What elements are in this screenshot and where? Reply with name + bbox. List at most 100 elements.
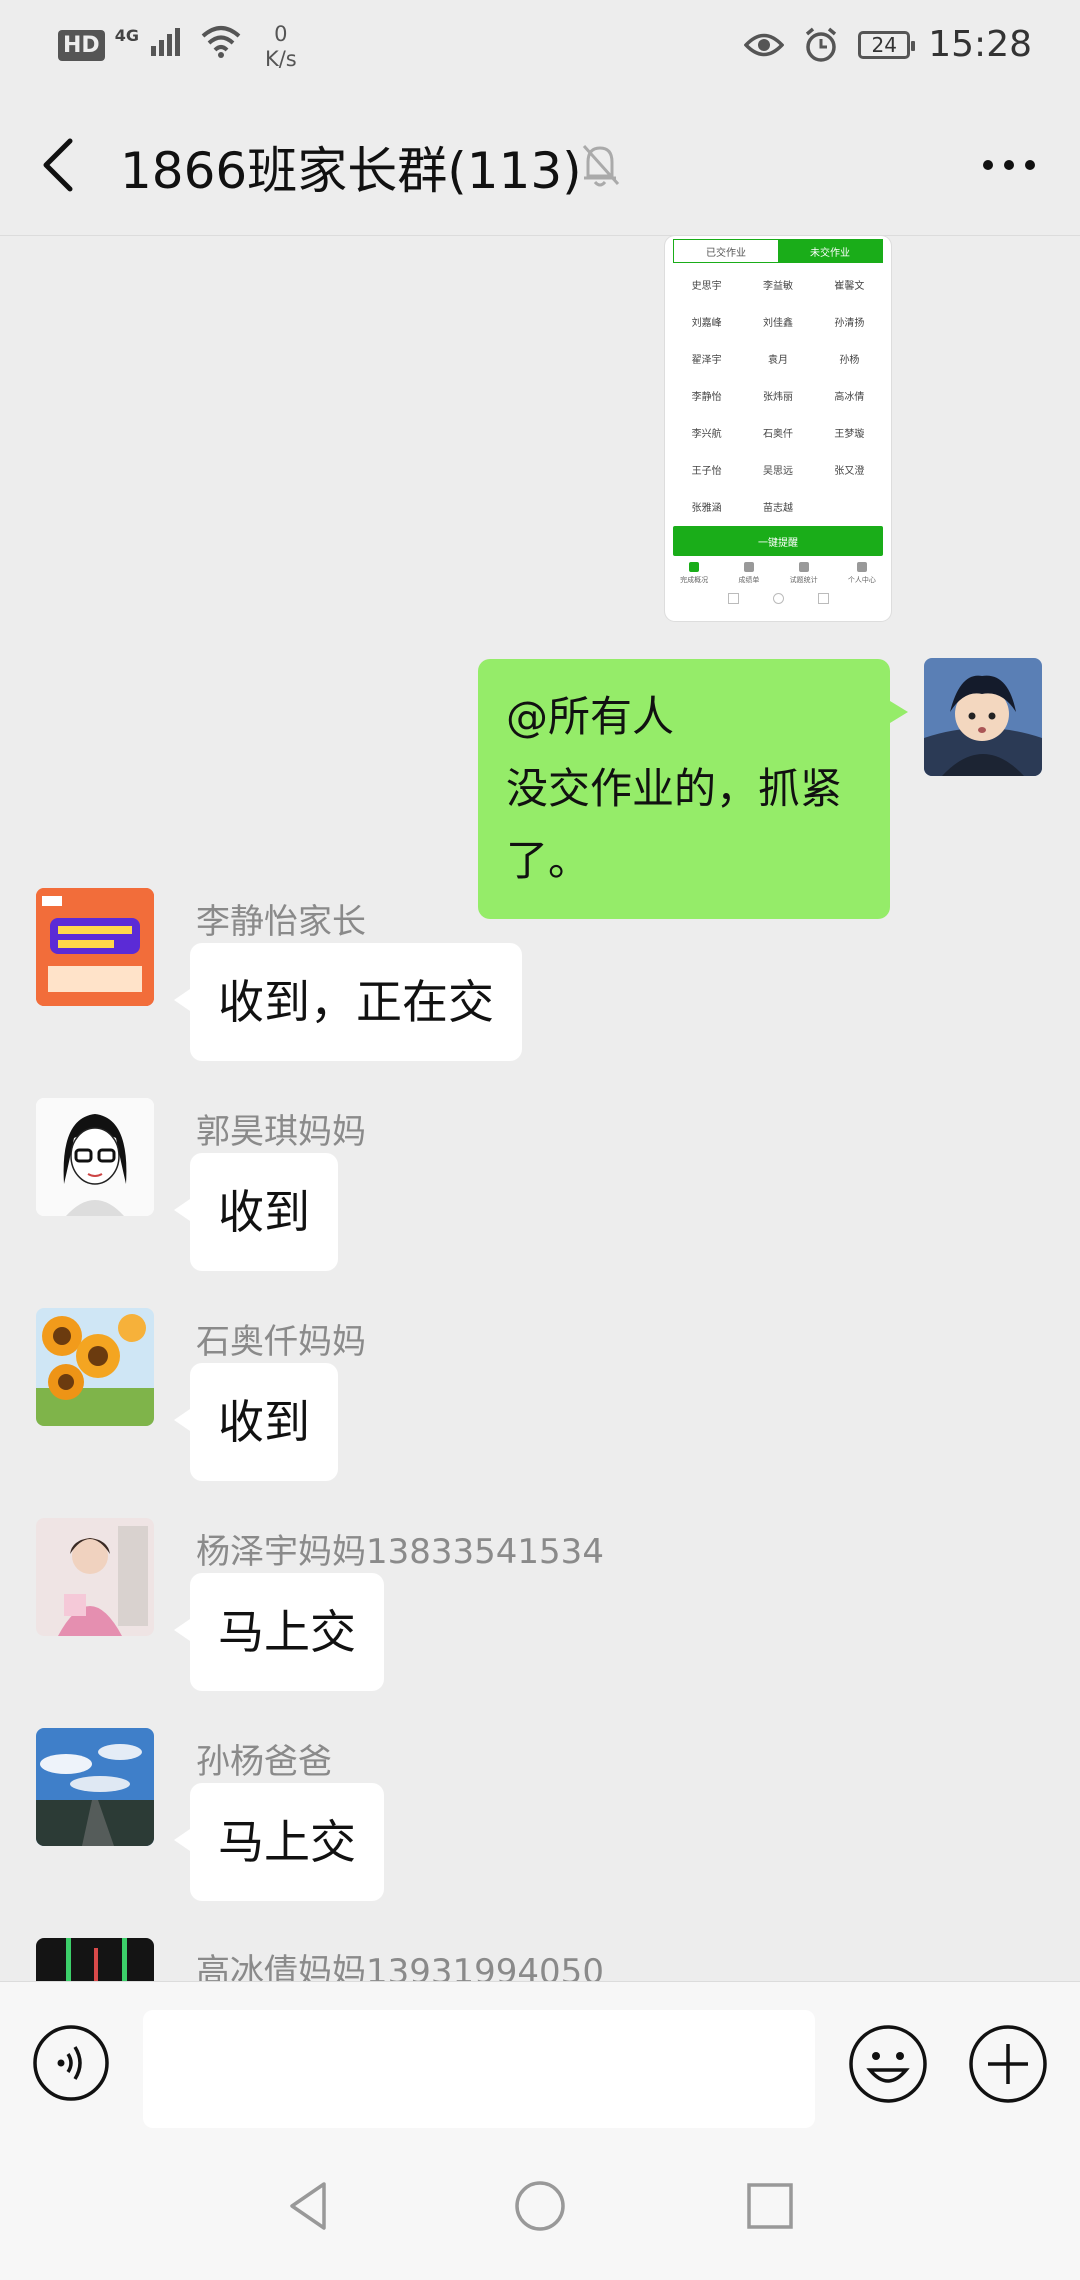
eye-icon <box>744 33 785 56</box>
message-bubble[interactable]: 收到 <box>174 1153 338 1271</box>
message-bubble[interactable]: 马上交 <box>174 1783 384 1901</box>
student-name: 刘嘉峰 <box>691 318 722 329</box>
nav-stats: 试题统计 <box>790 562 818 585</box>
home-circle-icon <box>772 593 784 604</box>
check-icon <box>689 562 700 572</box>
sender-avatar[interactable] <box>36 1938 154 1981</box>
mention-all: @所有人 <box>506 692 675 741</box>
nav-profile: 个人中心 <box>848 562 876 585</box>
plus-icon <box>969 2025 1047 2103</box>
message-item: 高冰倩妈妈13931994050 <box>0 1938 1080 1981</box>
nav-label: 成绩单 <box>738 576 760 584</box>
more-functions-button[interactable] <box>968 2024 1048 2104</box>
back-triangle-icon <box>290 2182 326 2230</box>
system-back-button[interactable] <box>280 2176 340 2236</box>
system-navigation-bar <box>0 2136 1080 2280</box>
message-input[interactable] <box>143 2010 815 2128</box>
sender-name: 孙杨爸爸 <box>196 1742 332 1782</box>
more-icon <box>983 160 1035 170</box>
screenshot-tabs: 已交作业 未交作业 <box>673 239 883 263</box>
screenshot-system-nav <box>665 593 891 604</box>
sender-name: 杨泽宇妈妈13833541534 <box>196 1532 604 1572</box>
nav-label: 个人中心 <box>847 576 876 584</box>
message-bubble[interactable]: 马上交 <box>174 1573 384 1691</box>
status-bar: HD 4G 0 K/s 24 15:28 <box>0 0 1080 95</box>
home-circle-icon <box>515 2181 565 2231</box>
bar-chart-icon <box>798 562 809 572</box>
student-name: 高冰倩 <box>834 392 865 403</box>
student-name: 李益敏 <box>762 281 793 292</box>
student-name: 张雅涵 <box>691 503 722 514</box>
person-icon <box>856 562 867 572</box>
sender-avatar[interactable] <box>36 888 154 1006</box>
tab-submitted: 已交作业 <box>706 247 746 259</box>
network-type: 4G <box>114 26 139 45</box>
message-list[interactable]: 已交作业 未交作业 史思宇 李益敏 崔馨文 刘嘉峰 刘佳鑫 孙清扬 翟泽宇 袁月… <box>0 236 1080 1981</box>
voice-button[interactable] <box>32 2024 110 2102</box>
recents-square-icon <box>747 2183 793 2229</box>
sender-name: 郭昊琪妈妈 <box>196 1112 366 1152</box>
chat-header: 1866班家长群(113) <box>0 95 1080 236</box>
nav-label: 试题统计 <box>789 576 818 584</box>
back-triangle-icon <box>727 593 739 604</box>
student-name: 崔馨文 <box>834 281 865 292</box>
student-name: 袁月 <box>767 355 788 366</box>
my-message-text: 没交作业的，抓紧了。 <box>506 764 843 885</box>
student-name: 史思宇 <box>691 281 722 292</box>
remind-all-button: 一键提醒 <box>673 526 883 556</box>
signal-icon <box>150 28 180 56</box>
system-recents-button[interactable] <box>740 2176 800 2236</box>
student-name: 王梦璇 <box>834 429 865 440</box>
speed-unit: K/s <box>264 47 297 71</box>
message-item: 杨泽宇妈妈13833541534 马上交 <box>0 1518 1080 1708</box>
mute-bell-icon <box>582 144 620 187</box>
voice-icon <box>33 2025 109 2101</box>
student-name: 李静怡 <box>691 392 722 403</box>
student-name: 李兴航 <box>691 429 722 440</box>
sunflower-avatar-image <box>36 1308 154 1426</box>
homework-screenshot[interactable]: 已交作业 未交作业 史思宇 李益敏 崔馨文 刘嘉峰 刘佳鑫 孙清扬 翟泽宇 袁月… <box>665 236 891 621</box>
student-name: 孙清扬 <box>834 318 865 329</box>
message-item: 李静怡家长 收到，正在交 <box>0 888 1080 1078</box>
student-name: 石奥仟 <box>762 429 793 440</box>
message-item: 石奥仟妈妈 收到 <box>0 1308 1080 1498</box>
chat-title: 1866班家长群(113) <box>120 142 582 200</box>
wifi-icon <box>201 26 241 58</box>
student-name: 翟泽宇 <box>691 355 722 366</box>
my-message-bubble[interactable]: @所有人 没交作业的，抓紧了。 <box>478 659 908 919</box>
message-bubble[interactable]: 收到 <box>174 1363 338 1481</box>
nav-report: 成绩单 <box>738 562 759 585</box>
speed-value: 0 <box>274 22 288 46</box>
photo-avatar-image <box>36 1518 154 1636</box>
student-name: 吴思远 <box>762 466 793 477</box>
battery-indicator: 24 <box>858 30 916 59</box>
sender-avatar[interactable] <box>36 1728 154 1846</box>
more-button[interactable] <box>974 135 1044 195</box>
sender-avatar[interactable] <box>36 1098 154 1216</box>
student-name: 张又澄 <box>834 466 865 477</box>
network-speed: 0 K/s <box>265 22 297 72</box>
clock: 15:28 <box>928 24 1032 65</box>
nav-label: 完成概况 <box>680 576 709 584</box>
screenshot-bottom-nav: 完成概况 成绩单 试题统计 个人中心 <box>665 562 891 585</box>
message-bubble[interactable]: 收到，正在交 <box>174 943 522 1061</box>
back-arrow-icon <box>43 138 73 192</box>
emoji-button[interactable] <box>848 2024 928 2104</box>
message-item: 孙杨爸爸 马上交 <box>0 1728 1080 1918</box>
cartoon-girl-avatar-image <box>36 1098 154 1216</box>
sender-avatar[interactable] <box>36 1518 154 1636</box>
student-name: 张炜丽 <box>762 392 793 403</box>
recents-square-icon <box>817 593 829 604</box>
student-name-grid: 史思宇 李益敏 崔馨文 刘嘉峰 刘佳鑫 孙清扬 翟泽宇 袁月 孙杨 李静怡 张炜… <box>665 263 891 514</box>
sender-avatar[interactable] <box>36 1308 154 1426</box>
system-home-button[interactable] <box>510 2176 570 2236</box>
tab-not-submitted: 未交作业 <box>778 240 882 262</box>
hd-badge: HD <box>58 30 105 61</box>
landscape-avatar-image <box>36 1728 154 1846</box>
message-item: 郭昊琪妈妈 收到 <box>0 1098 1080 1288</box>
student-name: 王子怡 <box>691 466 722 477</box>
nav-overview: 完成概况 <box>680 562 708 585</box>
back-button[interactable] <box>30 125 90 205</box>
student-name: 孙杨 <box>839 355 860 366</box>
my-avatar[interactable] <box>924 658 1042 776</box>
